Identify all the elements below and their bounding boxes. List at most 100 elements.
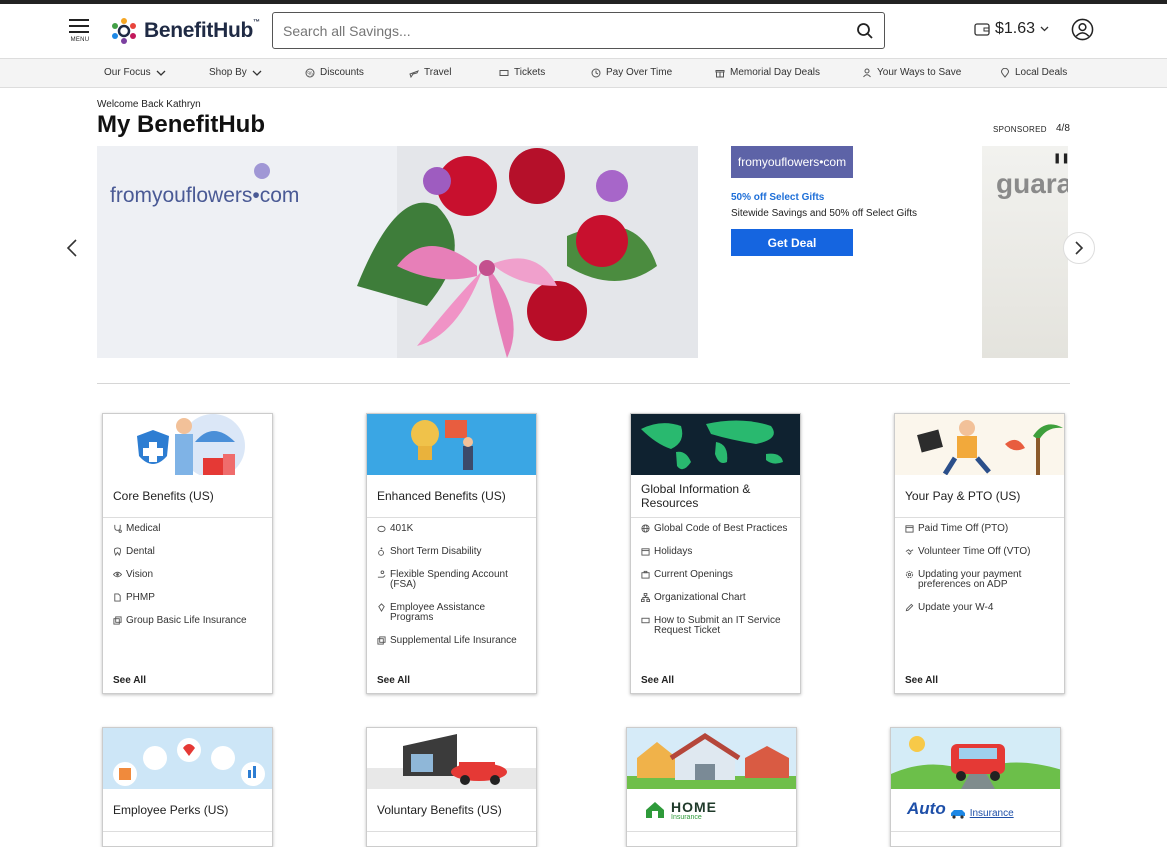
deal-description: Sitewide Savings and 50% off Select Gift…: [731, 208, 918, 219]
card-image-voluntary-benefits: [367, 728, 536, 789]
list-item[interactable]: Volunteer Time Off (VTO): [905, 547, 1054, 557]
card-image-employee-perks: [103, 728, 272, 789]
card-title[interactable]: Your Pay & PTO (US): [895, 475, 1064, 518]
globe-icon: [641, 524, 650, 533]
list-item[interactable]: Global Code of Best Practices: [641, 524, 790, 534]
ticket-icon: [499, 69, 509, 76]
insurance-icon: [377, 636, 386, 645]
page-title: My BenefitHub: [97, 111, 265, 138]
list-item[interactable]: 401K: [377, 524, 526, 534]
menu-button[interactable]: MENU: [68, 16, 92, 50]
nav-shop-by[interactable]: Shop By: [209, 67, 262, 78]
card-title[interactable]: Enhanced Benefits (US): [367, 475, 536, 518]
welcome-message: Welcome Back Kathryn: [97, 99, 201, 110]
carousel-prev-icon[interactable]: [65, 238, 79, 258]
car-icon: [950, 810, 965, 819]
nav-memorial-day-deals[interactable]: Memorial Day Deals: [715, 67, 820, 78]
search-icon[interactable]: [856, 22, 874, 40]
list-item[interactable]: Medical: [113, 524, 262, 534]
list-item[interactable]: Holidays: [641, 547, 790, 557]
top-header: MENU BenefitHub™ $1.63: [0, 4, 1167, 58]
wallet-dropdown[interactable]: $1.63: [974, 20, 1049, 38]
see-all-link[interactable]: See All: [905, 675, 938, 686]
nav-tickets[interactable]: Tickets: [499, 67, 545, 78]
search-input[interactable]: [283, 22, 856, 39]
carousel-pager: 4/8: [1056, 123, 1070, 134]
calendar-icon: [641, 548, 650, 556]
card-auto-insurance[interactable]: Auto Insurance: [890, 727, 1061, 847]
list-item[interactable]: Employee Assistance Programs: [377, 603, 526, 623]
carousel-hero-image[interactable]: fromyouflowers•com: [97, 146, 698, 358]
see-all-link[interactable]: See All: [113, 675, 146, 686]
briefcase-icon: [641, 570, 650, 579]
card-title[interactable]: HOME Insurance: [627, 789, 796, 832]
stethoscope-icon: [114, 524, 122, 533]
chevron-down-icon: [156, 70, 166, 76]
nav-discounts[interactable]: % Discounts: [305, 67, 364, 78]
org-chart-icon: [641, 593, 650, 602]
benefithub-logo[interactable]: BenefitHub™: [110, 15, 260, 47]
nav-pay-over-time[interactable]: Pay Over Time: [591, 67, 672, 78]
card-enhanced-benefits[interactable]: Enhanced Benefits (US) 401K Short Term D…: [366, 413, 537, 694]
card-image-pay-and-pto: [895, 414, 1064, 475]
card-pay-and-pto[interactable]: Your Pay & PTO (US) Paid Time Off (PTO) …: [894, 413, 1065, 694]
see-all-link[interactable]: See All: [377, 675, 410, 686]
card-title[interactable]: Voluntary Benefits (US): [367, 789, 536, 832]
nav-travel[interactable]: Travel: [409, 67, 451, 78]
insurance-icon: [113, 616, 122, 625]
card-global-information[interactable]: Global Information & Resources Global Co…: [630, 413, 801, 694]
wallet-balance: $1.63: [995, 20, 1036, 37]
category-nav: Our Focus Shop By % Discounts Travel Tick…: [0, 58, 1167, 88]
perks-illustration: [103, 728, 272, 789]
list-item[interactable]: Paid Time Off (PTO): [905, 524, 1054, 534]
card-title[interactable]: Employee Perks (US): [103, 789, 272, 832]
list-item[interactable]: Vision: [113, 570, 262, 580]
deal-title[interactable]: 50% off Select Gifts: [731, 192, 824, 203]
list-item[interactable]: Short Term Disability: [377, 547, 526, 557]
logo-mark-icon: [112, 18, 136, 44]
logo-text: BenefitHub™: [144, 19, 260, 42]
card-voluntary-benefits[interactable]: Voluntary Benefits (US): [366, 727, 537, 847]
nav-our-focus[interactable]: Our Focus: [104, 67, 166, 78]
menu-bar-icon: [69, 31, 89, 33]
card-title[interactable]: Core Benefits (US): [103, 475, 272, 518]
eye-icon: [113, 571, 122, 578]
chevron-right-icon: [1075, 241, 1084, 255]
nav-local-deals[interactable]: Local Deals: [1000, 67, 1067, 78]
gear-icon: [905, 570, 914, 579]
list-item[interactable]: Update your W-4: [905, 603, 1054, 613]
person-icon: [863, 68, 871, 77]
discount-icon: %: [305, 68, 315, 77]
list-item[interactable]: Group Basic Life Insurance: [113, 616, 262, 626]
nav-your-ways-to-save[interactable]: Your Ways to Save: [862, 67, 961, 78]
list-item[interactable]: Supplemental Life Insurance: [377, 636, 526, 646]
account-icon[interactable]: [1071, 18, 1094, 41]
carousel-next-button[interactable]: [1063, 232, 1095, 264]
support-icon: [378, 603, 385, 612]
list-item[interactable]: Updating your payment preferences on ADP: [905, 570, 1054, 590]
menu-bar-icon: [69, 19, 89, 21]
card-employee-perks[interactable]: Employee Perks (US): [102, 727, 273, 847]
search-box[interactable]: [272, 12, 885, 49]
card-title[interactable]: Global Information & Resources: [631, 475, 800, 518]
card-link-list: Paid Time Off (PTO) Volunteer Time Off (…: [895, 518, 1064, 613]
chevron-down-icon: [252, 70, 262, 76]
pause-icon[interactable]: ❚❚: [1053, 153, 1070, 164]
list-item[interactable]: Dental: [113, 547, 262, 557]
next-slide-preview[interactable]: guara: [982, 146, 1068, 358]
list-item[interactable]: PHMP: [113, 593, 262, 603]
card-title[interactable]: Auto Insurance: [891, 789, 1060, 832]
see-all-link[interactable]: See All: [641, 675, 674, 686]
card-core-benefits[interactable]: Core Benefits (US) Medical Dental Vision…: [102, 413, 273, 694]
card-home-insurance[interactable]: HOME Insurance: [626, 727, 797, 847]
get-deal-button[interactable]: Get Deal: [731, 229, 853, 256]
card-image-home-insurance: [627, 728, 796, 789]
list-item[interactable]: Flexible Spending Account (FSA): [377, 570, 526, 590]
list-item[interactable]: Organizational Chart: [641, 593, 790, 603]
list-item[interactable]: Current Openings: [641, 570, 790, 580]
list-item[interactable]: How to Submit an IT Service Request Tick…: [641, 616, 790, 636]
next-slide-text: guara: [996, 168, 1068, 199]
car-road-illustration: [891, 728, 1060, 789]
world-map-illustration: [631, 414, 800, 475]
home-icon: [646, 802, 664, 818]
